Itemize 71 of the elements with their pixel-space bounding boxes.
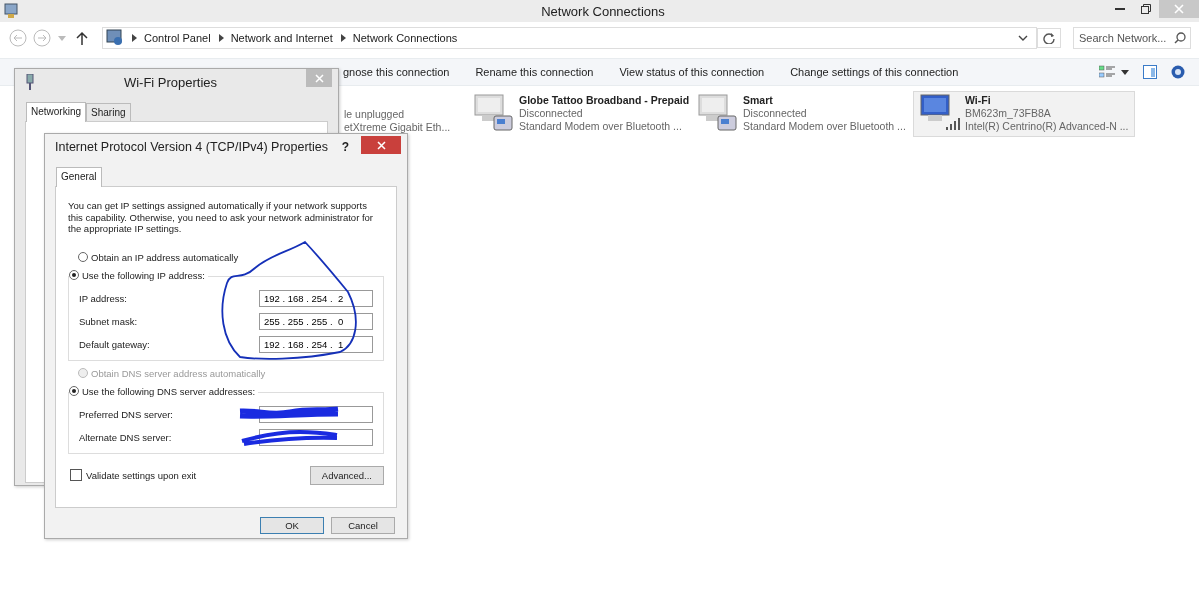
dialog-button[interactable]: Cancel [331,517,395,534]
computer-modem-icon [472,94,516,132]
ip-address-field[interactable]: 255 . 255 . 255 . 0 [259,312,373,330]
search-icon [1174,32,1186,44]
connection-item[interactable]: Smart Disconnected Standard Modem over Bluetooth ... [691,91,915,137]
connection-device: etXtreme Gigabit Eth... [344,121,451,133]
connection-device: Intel(R) Centrino(R) Advanced-N ... [965,120,1129,132]
toolbar-command[interactable]: View status of this connection [619,66,765,78]
field-label: Preferred DNS server: [79,408,173,420]
chevron-icon [340,34,347,42]
toolbar-command[interactable]: Change settings of this connection [790,66,959,78]
help-button[interactable]: ? [335,140,355,154]
connection-status: BM623m_73FB8A [965,107,1052,119]
refresh-button[interactable] [1037,28,1061,48]
tab[interactable]: Networking [26,102,87,122]
computer-modem-icon [696,94,740,132]
breadcrumb[interactable]: Network and Internet [230,32,333,44]
restore-icon [1141,4,1151,14]
network-adapter-icon [25,74,35,90]
network-icon [3,3,19,19]
connection-status: le unplugged [344,108,406,120]
close-icon [376,140,386,150]
dialog-title: Wi-Fi Properties [122,74,219,90]
field-label: Alternate DNS server: [79,431,172,443]
connection-item[interactable]: le unplugged etXtreme Gigabit Eth... [343,91,467,137]
close-icon [314,73,324,83]
window-title: Network Connections [540,3,666,19]
breadcrumb[interactable]: Network Connections [352,32,458,44]
radio-option: Obtain DNS server address automatically [78,364,384,382]
ip-address-field[interactable]: 192 . 168 . 254 . 1 [259,335,373,353]
connection-name: Smart [743,94,774,106]
connection-name: Globe Tattoo Broadband - Prepaid [519,94,690,106]
connection-status: Disconnected [519,107,584,119]
preview-pane-button[interactable] [1143,65,1157,79]
field-label: Subnet mask: [79,315,138,327]
chevron-icon [132,34,138,42]
connection-name: Wi-Fi [965,94,992,106]
connection-item[interactable]: Globe Tattoo Broadband - Prepaid Disconnected Standard Modem over Bluetooth ... [467,91,691,137]
search-field[interactable]: Search Network... [1073,27,1191,49]
dialog-button[interactable]: OK [260,517,324,534]
breadcrumb[interactable]: Control Panel [144,32,211,44]
field-label: Default gateway: [79,338,150,350]
caret-icon [1121,69,1129,75]
caret-icon [58,35,66,41]
view-options-button[interactable] [1099,65,1129,79]
dialog-title: Internet Protocol Version 4 (TCP/IPv4) Properties [55,140,330,154]
wireless-computer-icon [918,94,962,132]
field-label: IP address: [79,292,127,304]
connection-item[interactable]: Wi-Fi BM623m_73FB8A Intel(R) Centrino(R) Advanced-N ... [913,91,1135,137]
view-list-icon [1099,65,1115,79]
dropdown-caret-icon [1018,35,1028,41]
address-bar[interactable]: Control Panel Network and Internet Network Connections [102,27,1037,49]
minimize-icon [1115,8,1125,10]
ip-address-field[interactable]: 192 . 168 . 254 . 2 [259,289,373,307]
chevron-icon [218,34,225,42]
intro-text: You can get IP settings assigned automatically if your network supports this capability. Otherwise, you need to ask your network administrator for the appropriate IP settings. [68,200,375,235]
radio-option[interactable]: Obtain an IP address automatically [78,248,384,266]
preview-pane-icon [1143,65,1157,79]
tab[interactable]: Sharing [86,103,131,121]
toolbar-command[interactable]: gnose this connection [343,66,450,78]
connection-device: Standard Modem over Bluetooth ... [743,120,906,132]
tab[interactable]: General [56,167,102,187]
connection-device: Standard Modem over Bluetooth ... [519,120,683,132]
advanced-button[interactable]: Advanced... [309,465,384,485]
up-arrow-icon [76,31,88,45]
close-button[interactable] [361,136,401,154]
checkbox-option[interactable]: Validate settings upon exit [70,469,197,481]
refresh-icon [1043,32,1055,44]
close-icon [1174,4,1184,14]
toolbar-command[interactable]: Rename this connection [475,66,594,78]
connection-status: Disconnected [743,107,808,119]
